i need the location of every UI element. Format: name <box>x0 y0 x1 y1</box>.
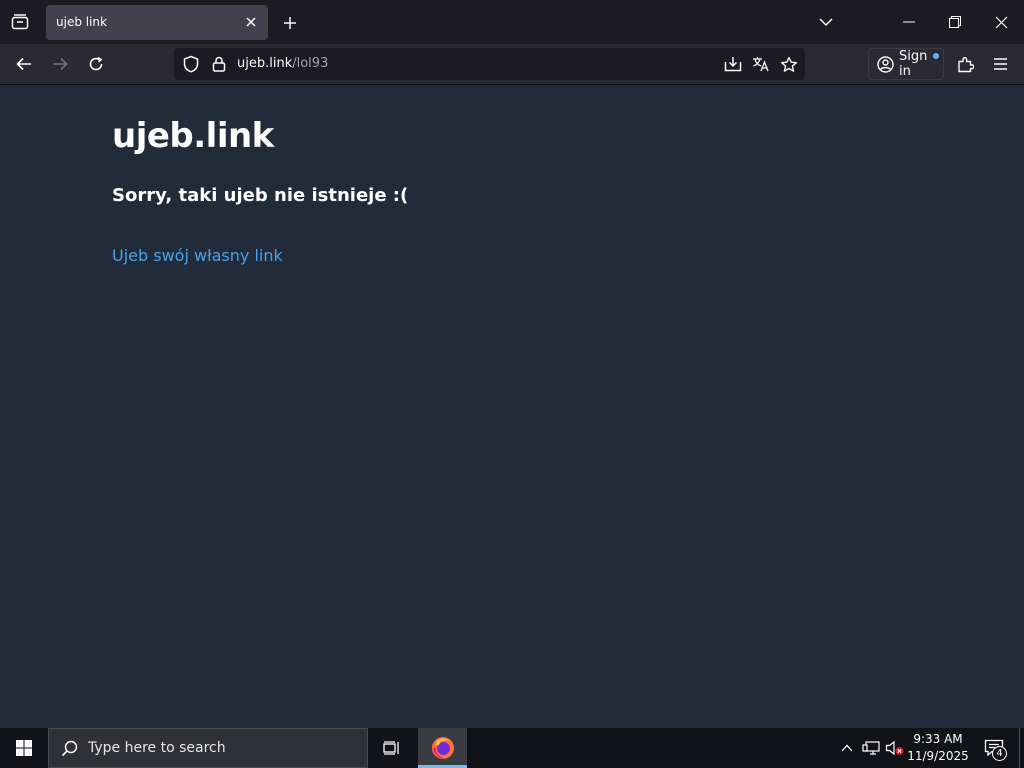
task-view-button[interactable] <box>370 728 414 768</box>
close-icon <box>995 16 1008 29</box>
show-desktop-button[interactable] <box>1019 728 1024 768</box>
back-button[interactable] <box>9 50 39 78</box>
search-placeholder: Type here to search <box>88 740 226 756</box>
app-menu-button[interactable] <box>985 50 1015 78</box>
create-own-link[interactable]: Ujeb swój własny link <box>112 246 283 265</box>
extensions-button[interactable] <box>950 50 980 78</box>
lock-icon[interactable] <box>209 54 229 74</box>
search-icon <box>61 740 78 757</box>
notification-center-button[interactable]: 4 <box>978 734 1010 762</box>
tab-title: ujeb link <box>56 15 107 29</box>
sign-in-button[interactable]: Sign in <box>868 48 944 80</box>
start-button[interactable] <box>0 728 48 768</box>
error-message: Sorry, taki ujeb nie istnieje :( <box>112 185 409 206</box>
extensions-icon <box>957 56 974 73</box>
minimize-button[interactable] <box>886 0 932 44</box>
shield-icon[interactable] <box>181 54 201 74</box>
plus-icon <box>283 16 297 30</box>
chevron-down-icon <box>819 17 833 27</box>
minimize-icon <box>903 21 915 23</box>
window-close-button[interactable] <box>978 0 1024 44</box>
back-arrow-icon <box>16 57 32 71</box>
restore-icon <box>949 16 961 28</box>
chevron-up-icon[interactable] <box>837 738 857 758</box>
translate-icon[interactable] <box>751 54 771 74</box>
notification-dot <box>933 53 939 59</box>
new-tab-button[interactable] <box>278 11 302 35</box>
save-page-icon[interactable] <box>723 54 743 74</box>
close-icon <box>246 17 256 27</box>
taskbar: Type here to search 9:33 AM 11/9/2025 4 <box>0 728 1024 768</box>
restore-button[interactable] <box>932 0 978 44</box>
account-icon <box>877 55 894 73</box>
tab-close-button[interactable] <box>242 13 260 31</box>
firefox-taskbar-button[interactable] <box>418 728 467 768</box>
active-tab[interactable]: ujeb link <box>46 5 268 40</box>
tab-strip: ujeb link <box>0 0 1024 44</box>
clock-date: 11/9/2025 <box>907 749 969 763</box>
site-title: ujeb.link <box>112 116 274 156</box>
clock-time: 9:33 AM <box>913 732 963 746</box>
hamburger-menu-icon <box>993 58 1008 70</box>
forward-button[interactable] <box>45 50 75 78</box>
taskbar-search-box[interactable]: Type here to search <box>48 728 368 768</box>
task-view-icon <box>383 741 401 755</box>
notification-count: 4 <box>992 746 1007 761</box>
windows-logo-icon <box>16 740 32 756</box>
reload-icon <box>88 56 104 72</box>
firefox-icon <box>431 736 455 760</box>
list-all-tabs-button[interactable] <box>812 10 840 34</box>
url-text[interactable]: ujeb.link/lol93 <box>237 56 328 71</box>
address-bar[interactable]: ujeb.link/lol93 <box>174 48 805 80</box>
page-content: ujeb.link Sorry, taki ujeb nie istnieje … <box>0 86 1024 728</box>
network-icon[interactable] <box>861 738 881 758</box>
tab-list-icon <box>11 14 29 30</box>
tab-list-button[interactable] <box>0 0 40 44</box>
url-path: /lol93 <box>292 56 329 71</box>
navigation-toolbar: ujeb.link/lol93 Sign in <box>0 44 1024 85</box>
star-icon[interactable] <box>779 54 799 74</box>
forward-arrow-icon <box>52 57 68 71</box>
taskbar-clock[interactable]: 9:33 AM 11/9/2025 <box>904 731 972 765</box>
url-host: ujeb.link <box>237 56 293 71</box>
reload-button[interactable] <box>81 50 111 78</box>
volume-muted-icon[interactable] <box>885 738 905 758</box>
